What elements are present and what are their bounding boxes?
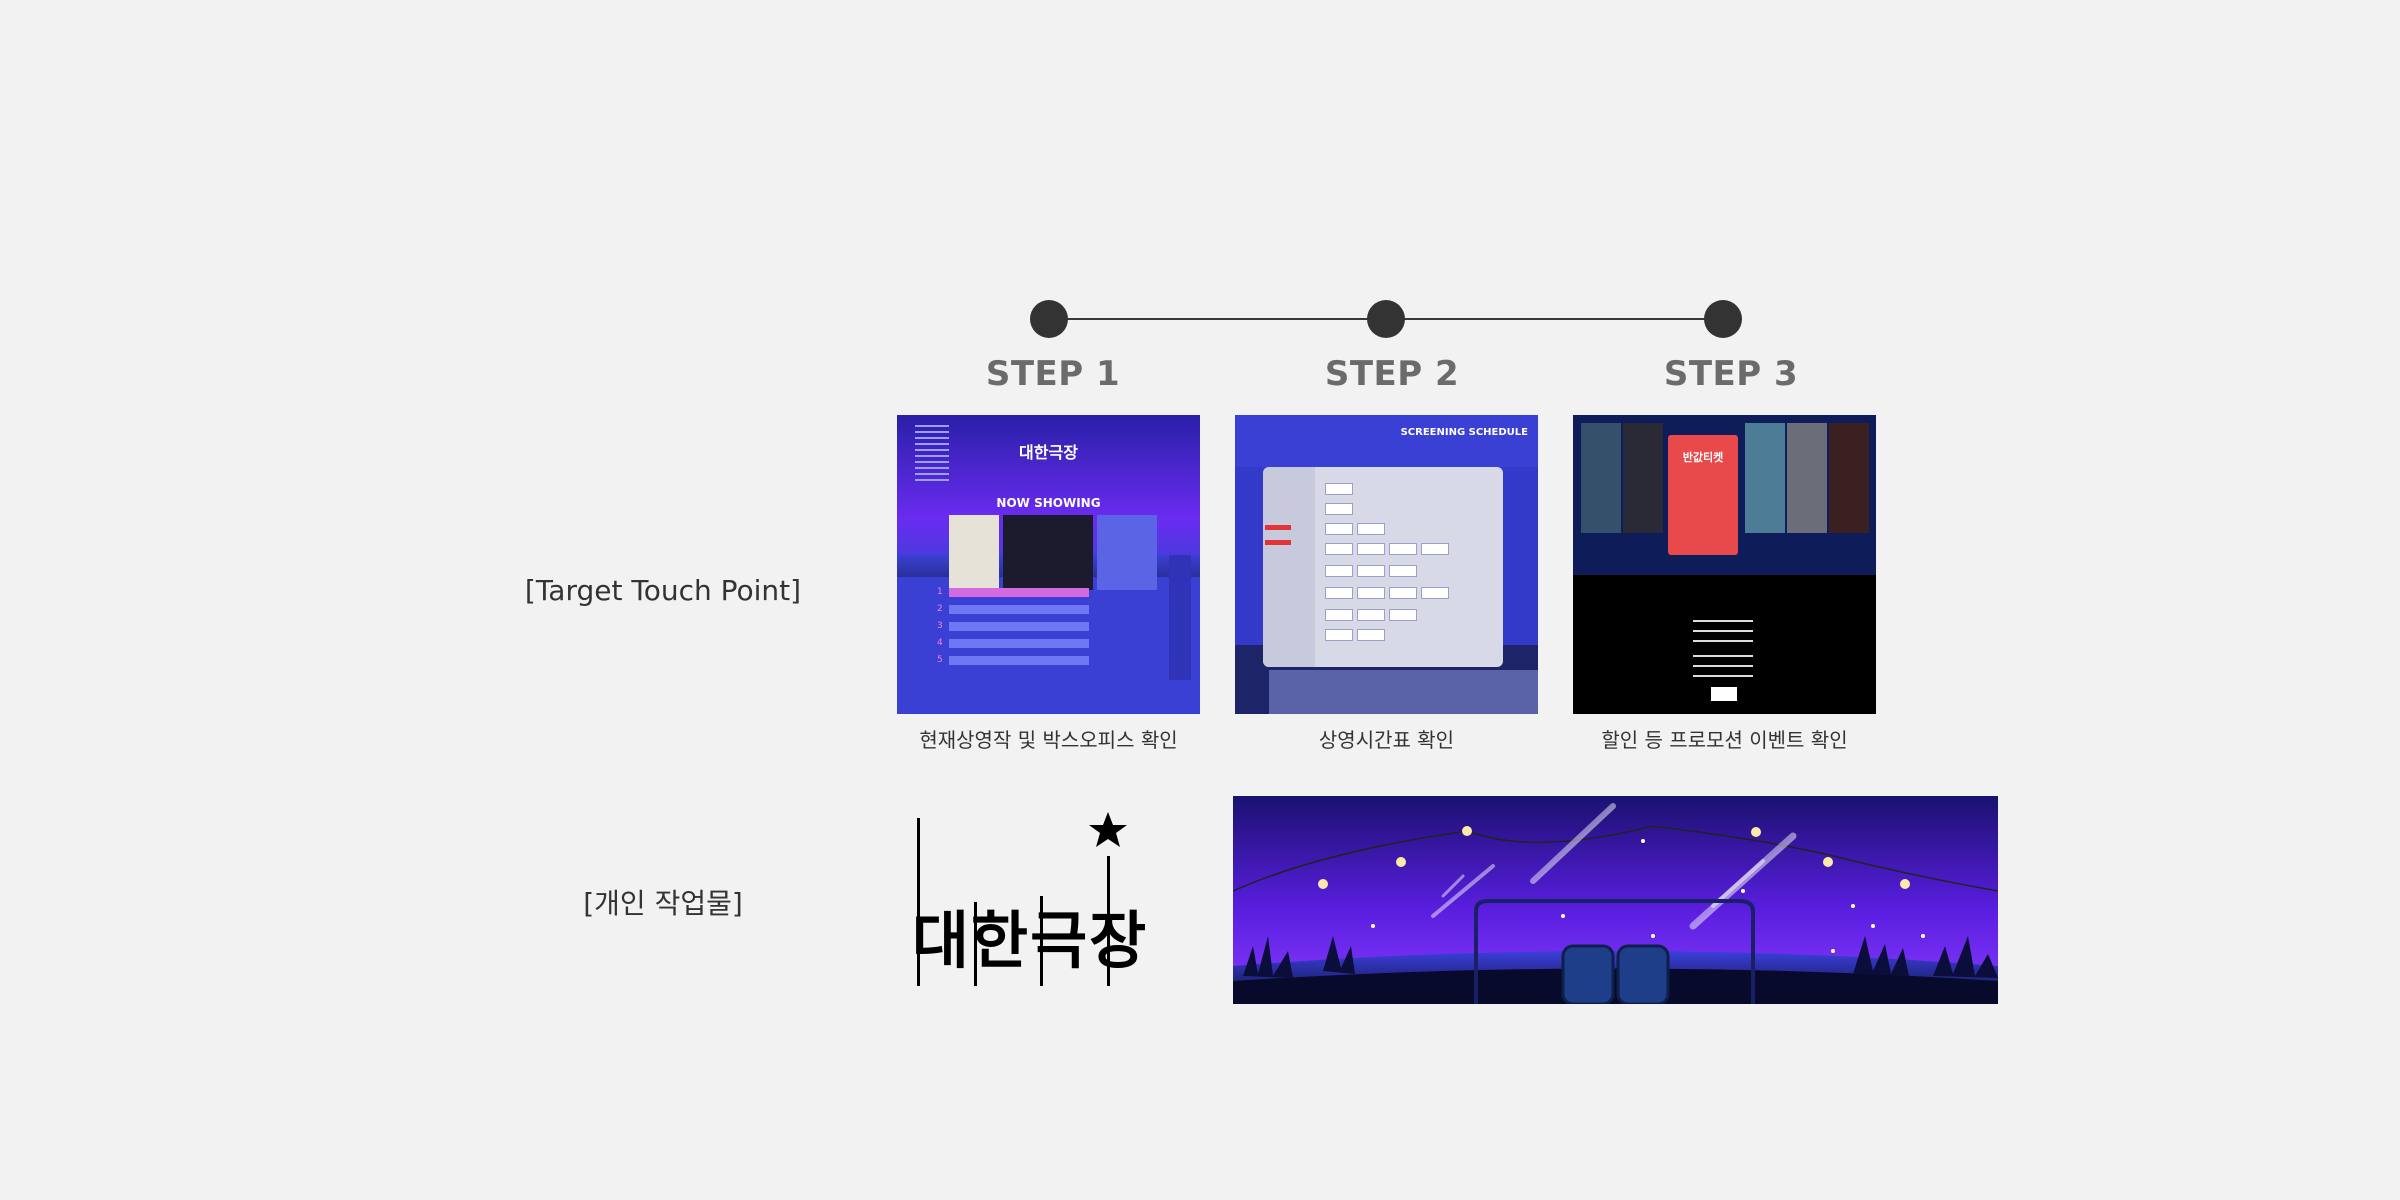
showtime-slot (1325, 483, 1353, 495)
movie-info-panel (1097, 515, 1157, 590)
showtime-slot (1389, 587, 1417, 599)
movie-list-column (1263, 467, 1315, 667)
showtime-slot (1325, 587, 1353, 599)
event-card (1829, 423, 1869, 533)
step-2-marker (1367, 300, 1405, 338)
showtime-slot (1357, 629, 1385, 641)
quick-menu (1169, 555, 1191, 680)
daehan-theater-logo: 대한극장 (912, 812, 1174, 992)
rank-number: 5 (937, 655, 943, 665)
starry-night-banner (1233, 796, 1998, 1004)
movie-still (1003, 515, 1093, 590)
showtime-slot (1325, 503, 1353, 515)
banner-illustration (1233, 796, 1998, 1004)
step-1-label: STEP 1 (985, 354, 1121, 394)
screening-schedule-heading: SCREENING SCHEDULE (1400, 427, 1528, 438)
notice-box (1269, 670, 1538, 714)
box-office-row (949, 588, 1089, 597)
showtime-slot (1325, 543, 1353, 555)
showtime-slot (1325, 629, 1353, 641)
step-3-marker (1704, 300, 1742, 338)
step-2-caption: 상영시간표 확인 (1318, 728, 1455, 752)
showtime-slot (1389, 565, 1417, 577)
box-office-row (949, 622, 1089, 631)
showtime-slot (1357, 543, 1385, 555)
movie-poster (949, 515, 999, 590)
touch-point-label: [Target Touch Point] (524, 574, 802, 607)
rank-number: 1 (937, 587, 943, 597)
step-3-screenshot: 반값티켓 (1573, 415, 1876, 714)
rank-number: 4 (937, 638, 943, 648)
showtime-slot (1389, 609, 1417, 621)
event-card (1581, 423, 1621, 533)
now-showing-heading: NOW SHOWING (996, 496, 1101, 510)
box-office-row (949, 605, 1089, 614)
showtime-slot (1325, 565, 1353, 577)
logo-wordmark: 대한극장 (912, 904, 1149, 977)
step-1-marker (1030, 300, 1068, 338)
showtime-slot (1325, 523, 1353, 535)
age-rating-tag (1265, 525, 1291, 530)
step-1-caption: 현재상영작 및 박스오피스 확인 (919, 728, 1178, 752)
personal-work-label: [개인 작업물] (583, 887, 743, 920)
step-2-label: STEP 2 (1324, 354, 1460, 394)
age-rating-tag (1265, 540, 1291, 545)
showtime-slot (1421, 543, 1449, 555)
showtime-slot (1421, 587, 1449, 599)
step-3-caption: 할인 등 프로모션 이벤트 확인 (1601, 728, 1848, 752)
step-1-screenshot: 대한극장 NOW SHOWING 1 2 3 4 5 (897, 415, 1200, 714)
rank-number: 3 (937, 621, 943, 631)
rank-number: 2 (937, 604, 943, 614)
showtime-slot (1389, 543, 1417, 555)
promo-title: 반값티켓 (1682, 451, 1724, 464)
step-3-label: STEP 3 (1663, 354, 1799, 394)
box-office-row (949, 639, 1089, 648)
box-office-row (949, 656, 1089, 665)
star-icon (1089, 812, 1127, 847)
showtime-slot (1357, 523, 1385, 535)
showtime-slot (1325, 609, 1353, 621)
showtime-slot (1357, 609, 1385, 621)
event-card (1745, 423, 1785, 533)
thumbnail-logo: 대한극장 (1019, 443, 1078, 462)
event-card (1623, 423, 1663, 533)
showtime-slot (1357, 587, 1385, 599)
event-card (1787, 423, 1827, 533)
showtime-slot (1357, 565, 1385, 577)
step-2-screenshot: SCREENING SCHEDULE (1235, 415, 1538, 714)
schedule-header (1235, 415, 1538, 467)
